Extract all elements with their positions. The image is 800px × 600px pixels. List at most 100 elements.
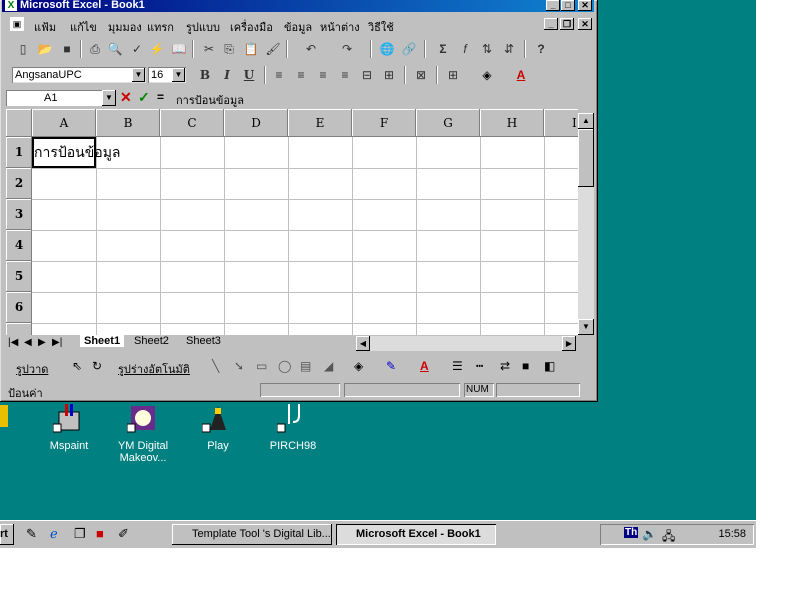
draw-menu-button[interactable]: รูปวาด [16, 360, 48, 378]
taskbar-task-excel[interactable]: Microsoft Excel - Book1 [336, 524, 496, 545]
print-preview-icon[interactable]: 🔍 [106, 41, 124, 57]
select-objects-icon[interactable]: ⇖ [72, 359, 82, 373]
minimize-button[interactable]: _ [546, 0, 560, 11]
scroll-left-icon[interactable]: ◀ [356, 336, 370, 351]
name-box[interactable]: A1 [6, 90, 116, 106]
vertical-scrollbar[interactable]: ▲ ▼ [578, 109, 594, 335]
quicklaunch-desktop-icon[interactable]: ✎ [26, 526, 37, 542]
redo-icon[interactable]: ↷ [338, 41, 356, 57]
align-left-icon[interactable]: ≡ [270, 67, 288, 83]
cancel-icon[interactable]: ✕ [120, 89, 132, 106]
column-header[interactable]: I [544, 109, 578, 137]
doc-restore-button[interactable]: ❐ [560, 18, 574, 30]
document-icon[interactable]: ▣ [10, 17, 24, 31]
desktop-icon-mspaint[interactable]: Mspaint [34, 402, 104, 452]
scroll-up-icon[interactable]: ▲ [578, 113, 594, 129]
tab-sheet3[interactable]: Sheet3 [186, 335, 221, 347]
arrow-icon[interactable]: ➘ [234, 359, 244, 373]
row-header[interactable]: 4 [6, 230, 32, 261]
title-bar[interactable]: X Microsoft Excel - Book1 _ □ ✕ [2, 0, 594, 12]
new-icon[interactable]: ▯ [14, 41, 32, 57]
scroll-thumb[interactable] [578, 129, 594, 187]
row-header[interactable]: 6 [6, 292, 32, 323]
align-right-icon[interactable]: ≡ [314, 67, 332, 83]
worksheet-grid[interactable]: A B C D E F G H I 1 2 3 4 5 6 การป้อนข้อ… [6, 109, 578, 335]
quicklaunch-pencil-icon[interactable]: ✐ [118, 526, 129, 542]
ie-icon[interactable]: ℯ [50, 526, 58, 542]
folder-icon[interactable] [0, 405, 8, 427]
italic-button[interactable]: I [218, 67, 236, 83]
chevron-down-icon[interactable]: ▼ [132, 68, 145, 82]
fill-color-icon[interactable]: ◈ [354, 359, 363, 373]
borders-icon[interactable]: ⊞ [444, 67, 462, 83]
align-center-icon[interactable]: ≡ [292, 67, 310, 83]
dash-style-icon[interactable]: ┅ [476, 359, 483, 373]
line-style-icon[interactable]: ☰ [452, 359, 463, 373]
fill-color-icon[interactable]: ◈ [478, 67, 496, 83]
enter-icon[interactable]: ✓ [138, 89, 150, 106]
equals-button[interactable]: = [157, 90, 164, 104]
column-header[interactable]: H [480, 109, 544, 137]
row-header[interactable]: 5 [6, 261, 32, 292]
underline-button[interactable]: U [240, 67, 258, 83]
merge-center-icon[interactable]: ⊞ [380, 67, 398, 83]
distributed-icon[interactable]: ⊟ [358, 67, 376, 83]
oval-icon[interactable]: ◯ [278, 359, 291, 373]
menu-insert[interactable]: แทรก [147, 18, 174, 36]
chevron-down-icon[interactable]: ▼ [102, 90, 116, 106]
spelling-icon[interactable]: ✓ [128, 41, 146, 57]
row-header[interactable] [6, 323, 32, 335]
rectangle-icon[interactable]: ▭ [256, 359, 267, 373]
menu-view[interactable]: มุมมอง [108, 18, 142, 36]
hyperlink-icon[interactable]: 🌐 [378, 41, 396, 57]
menu-format[interactable]: รูปแบบ [186, 18, 220, 36]
close-button[interactable]: ✕ [578, 0, 592, 11]
cell-a1[interactable]: การป้อนข้อมูล [32, 137, 121, 168]
desktop-icon-pirch98[interactable]: PIRCH98 [258, 402, 328, 452]
formula-input[interactable]: การป้อนข้อมูล [176, 91, 244, 109]
menu-file[interactable]: แฟ้ม [34, 18, 56, 36]
chevron-down-icon[interactable]: ▼ [172, 68, 185, 82]
column-header[interactable]: E [288, 109, 352, 137]
scroll-right-icon[interactable]: ▶ [562, 336, 576, 351]
row-header[interactable]: 1 [6, 137, 32, 168]
column-header[interactable]: D [224, 109, 288, 137]
menu-help[interactable]: วิธีใช้ [368, 18, 394, 36]
paste-icon[interactable]: 📋 [242, 41, 260, 57]
tab-sheet2[interactable]: Sheet2 [134, 335, 169, 347]
menu-edit[interactable]: แก้ไข [70, 18, 97, 36]
row-header[interactable]: 3 [6, 199, 32, 230]
volume-icon[interactable]: 🔊 [642, 527, 657, 541]
font-color-icon[interactable]: A [512, 67, 530, 83]
book-icon[interactable]: 📖 [170, 41, 188, 57]
column-header[interactable]: G [416, 109, 480, 137]
open-icon[interactable]: 📂 [36, 41, 54, 57]
outlook-icon[interactable]: ■ [96, 526, 104, 541]
font-size-select[interactable]: 16 ▼ [148, 67, 186, 83]
next-sheet-icon[interactable]: ▶ [38, 337, 46, 348]
desktop-icon-ym-digital[interactable]: YM Digital Makeov... [108, 402, 178, 464]
thai-distributed-icon[interactable]: ⊠ [412, 67, 430, 83]
prev-sheet-icon[interactable]: ◀ [24, 337, 32, 348]
start-button[interactable]: rt [0, 524, 14, 545]
shadow-icon[interactable]: ■ [522, 359, 529, 373]
excel-app-icon[interactable]: X [5, 0, 17, 11]
doc-close-button[interactable]: ✕ [578, 18, 592, 30]
print-icon[interactable]: ⎙ [86, 41, 104, 57]
doc-minimize-button[interactable]: _ [544, 18, 558, 30]
format-painter-icon[interactable]: 🖌 [264, 41, 282, 57]
cut-icon[interactable]: ✂ [200, 41, 218, 57]
column-header[interactable]: B [96, 109, 160, 137]
scroll-down-icon[interactable]: ▼ [578, 319, 594, 335]
line-icon[interactable]: ╲ [212, 359, 219, 373]
column-header[interactable]: A [32, 109, 96, 137]
bold-button[interactable]: B [196, 67, 214, 83]
web-toolbar-icon[interactable]: 🔗 [400, 41, 418, 57]
row-header[interactable]: 2 [6, 168, 32, 199]
menu-window[interactable]: หน้าต่าง [320, 18, 360, 36]
autosum-icon[interactable]: Σ [434, 41, 452, 57]
undo-icon[interactable]: ↶ [302, 41, 320, 57]
arrow-style-icon[interactable]: ⇄ [500, 359, 510, 373]
column-header[interactable]: F [352, 109, 416, 137]
first-sheet-icon[interactable]: |◀ [8, 337, 18, 348]
